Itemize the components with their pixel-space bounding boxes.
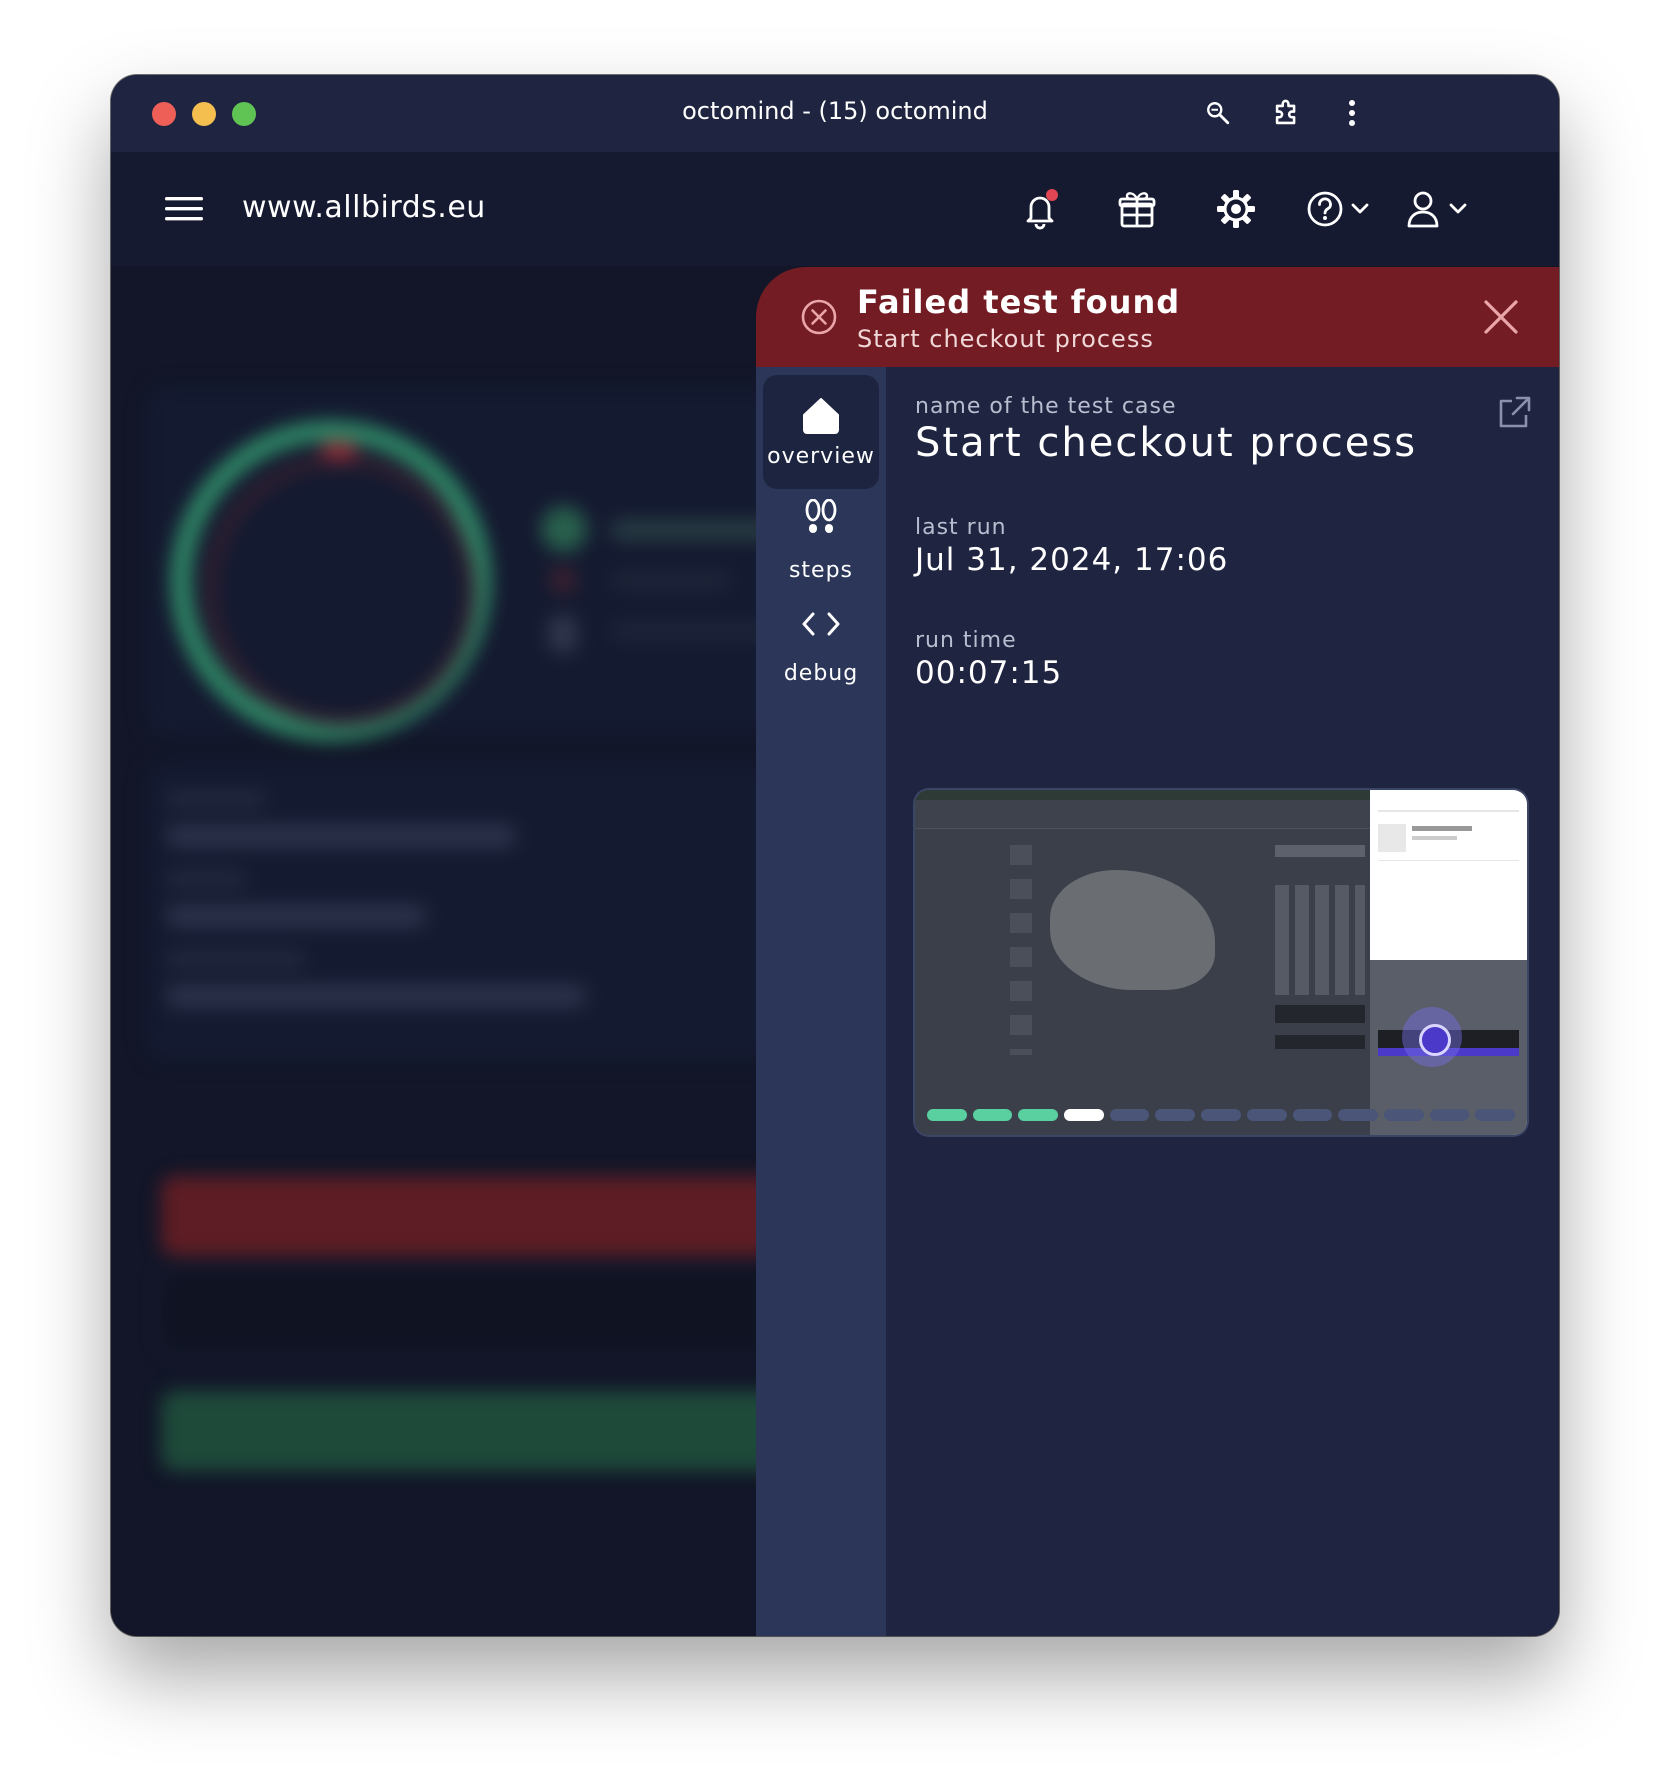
- panel-side-nav: overview steps debug: [756, 367, 886, 1636]
- browser-window: octomind - (15) octomind www.allbirds.eu: [111, 75, 1559, 1636]
- progress-step[interactable]: [1109, 1109, 1150, 1121]
- overview-content: name of the test case Start checkout pro…: [886, 367, 1559, 1636]
- run-time-value: 00:07:15: [915, 655, 1063, 691]
- gift-icon[interactable]: [1115, 182, 1159, 236]
- nav-steps[interactable]: steps: [763, 489, 879, 603]
- nav-steps-label: steps: [788, 558, 854, 583]
- screenshot-cart-drawer: [1370, 790, 1527, 1135]
- progress-step[interactable]: [1155, 1109, 1196, 1121]
- progress-step[interactable]: [1383, 1109, 1424, 1121]
- progress-step[interactable]: [1429, 1109, 1470, 1121]
- code-icon: [801, 610, 841, 642]
- run-time-label: run time: [915, 628, 1017, 653]
- failed-test-panel: Failed test found Start checkout process…: [756, 267, 1559, 1636]
- close-panel-icon[interactable]: [1481, 297, 1521, 337]
- progress-step[interactable]: [972, 1109, 1013, 1121]
- test-name-value: Start checkout process: [915, 420, 1418, 466]
- last-run-value: Jul 31, 2024, 17:06: [915, 542, 1229, 578]
- banner-subtitle: Start checkout process: [857, 325, 1154, 353]
- notifications-bell-icon[interactable]: [1016, 182, 1064, 236]
- error-circle-icon: [800, 298, 838, 340]
- help-menu-icon[interactable]: [1305, 182, 1377, 236]
- app-header: www.allbirds.eu: [111, 152, 1559, 266]
- nav-debug-label: debug: [783, 661, 859, 686]
- external-link-icon[interactable]: [1496, 395, 1532, 435]
- zoom-icon[interactable]: [1198, 93, 1238, 133]
- progress-step[interactable]: [1064, 1109, 1104, 1121]
- nav-overview-label: overview: [767, 444, 875, 469]
- progress-step[interactable]: [927, 1109, 967, 1121]
- click-indicator: [1419, 1024, 1451, 1056]
- progress-step[interactable]: [1338, 1109, 1378, 1121]
- site-title: www.allbirds.eu: [242, 190, 486, 225]
- screenshot-product-page: [915, 790, 1370, 1135]
- extension-puzzle-icon[interactable]: [1267, 93, 1307, 133]
- nav-overview[interactable]: overview: [763, 375, 879, 489]
- last-run-label: last run: [915, 515, 1007, 540]
- progress-step[interactable]: [1201, 1109, 1241, 1121]
- test-screenshot-preview[interactable]: [915, 790, 1527, 1135]
- steps-progress-bar[interactable]: [927, 1109, 1515, 1121]
- more-vertical-icon[interactable]: [1332, 93, 1372, 133]
- progress-step[interactable]: [1018, 1109, 1059, 1121]
- settings-gear-icon[interactable]: [1214, 182, 1258, 236]
- banner-title: Failed test found: [857, 283, 1181, 321]
- footsteps-icon: [804, 498, 838, 541]
- test-name-label: name of the test case: [915, 394, 1177, 419]
- nav-debug[interactable]: debug: [763, 592, 879, 706]
- title-bar: octomind - (15) octomind: [111, 75, 1559, 152]
- home-icon: [801, 397, 841, 439]
- user-menu-icon[interactable]: [1405, 182, 1477, 236]
- progress-step[interactable]: [1246, 1109, 1287, 1121]
- progress-step[interactable]: [1475, 1109, 1515, 1121]
- progress-step[interactable]: [1292, 1109, 1333, 1121]
- menu-icon[interactable]: [163, 182, 205, 236]
- failed-test-banner: Failed test found Start checkout process: [756, 267, 1559, 367]
